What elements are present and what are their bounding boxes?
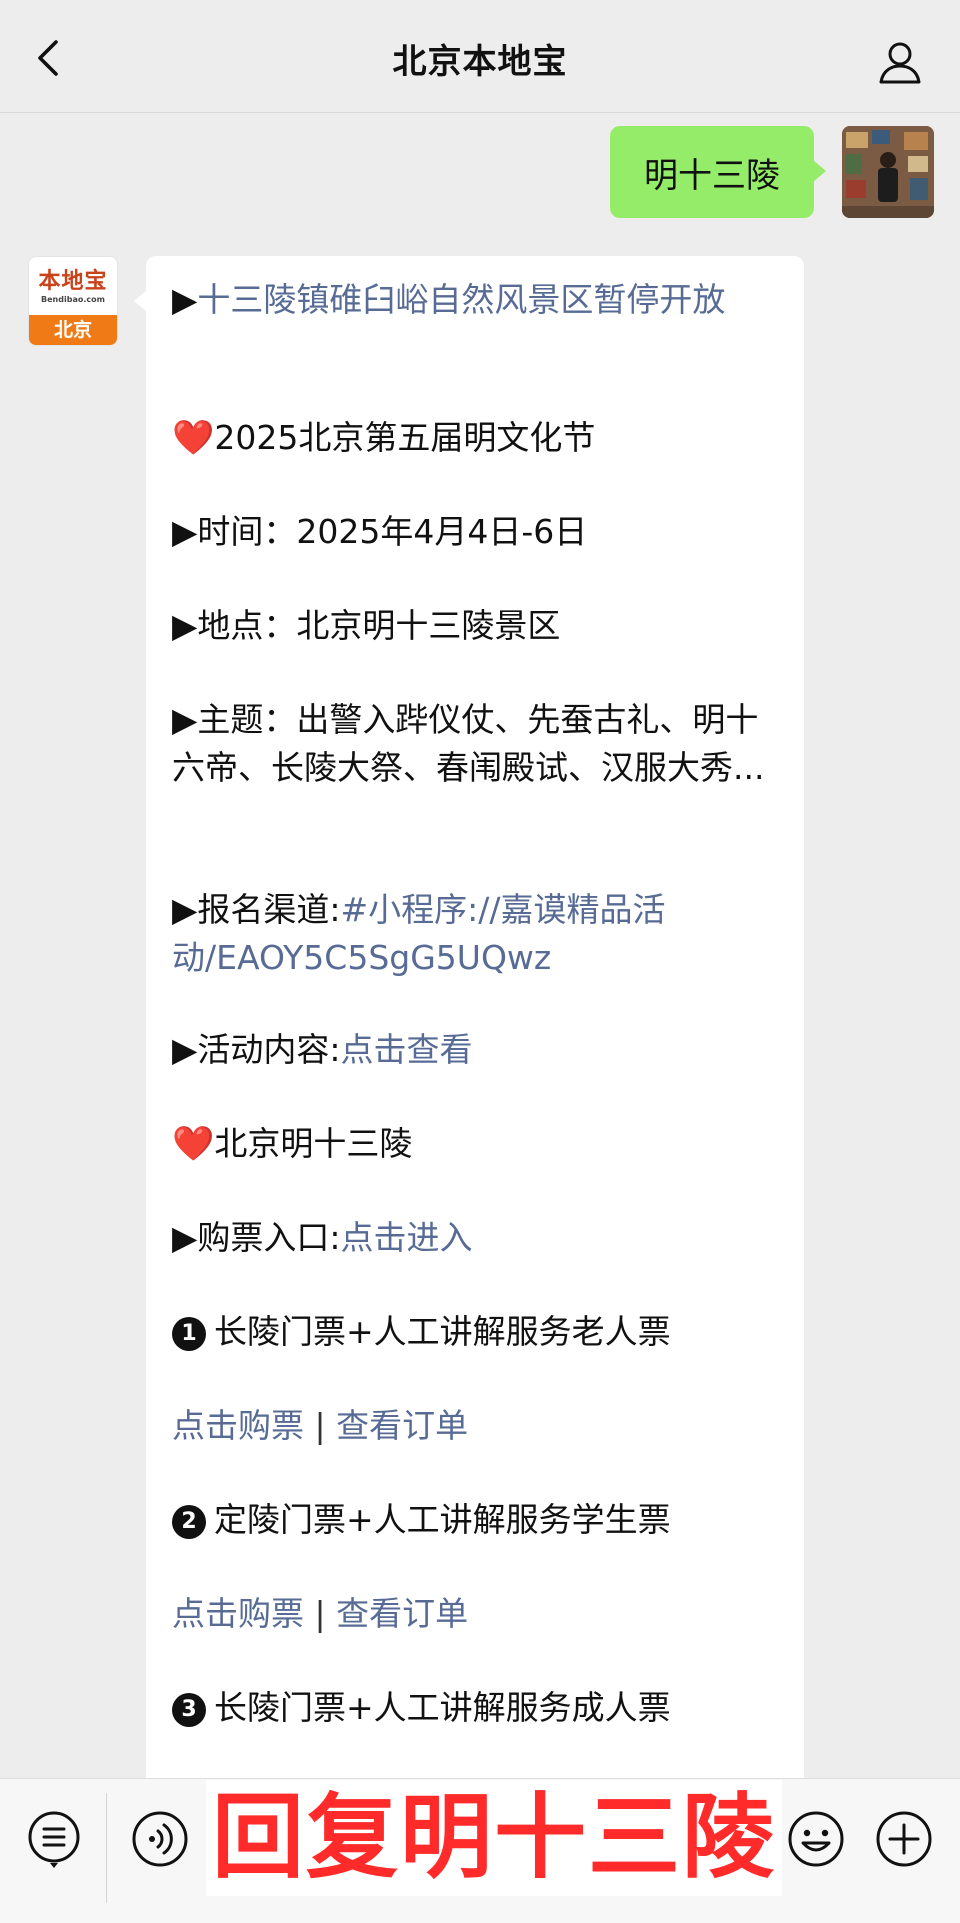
ticket-entry-link[interactable]: 点击进入	[341, 1218, 473, 1257]
ticket-item-1: 1 长陵门票+人工讲解服务老人票	[172, 1308, 782, 1356]
ticket-item-title: 长陵门票+人工讲解服务成人票	[214, 1688, 671, 1727]
ticket-item-2: 2 定陵门票+人工讲解服务学生票	[172, 1496, 782, 1544]
plus-icon	[876, 1811, 932, 1867]
festival-place: ▶地点：北京明十三陵景区	[172, 606, 561, 645]
logo-subtext: Bendibao.com	[41, 295, 105, 304]
separator: |	[314, 1594, 326, 1633]
incoming-message-bubble: ▶十三陵镇碓臼峪自然风景区暂停开放 ❤️2025北京第五届明文化节 ▶时间：20…	[134, 256, 804, 1796]
reply-prompt-overlay: 回复明十三陵	[206, 1780, 782, 1896]
scenic-closure-line: ▶十三陵镇碓臼峪自然风景区暂停开放	[172, 276, 782, 324]
outgoing-message-text: 明十三陵	[644, 155, 780, 196]
scenic-closure-link[interactable]: 十三陵镇碓臼峪自然风景区暂停开放	[197, 280, 725, 319]
user-avatar[interactable]	[842, 126, 934, 218]
bar-divider	[106, 1793, 107, 1903]
user-icon	[879, 42, 921, 84]
festival-theme: ▶主题：出警入跸仪仗、先蚕古礼、明十六帝、长陵大祭、春闱殿试、汉服大秀...	[172, 700, 765, 787]
ticket-label: ▶购票入口:	[172, 1218, 341, 1257]
number-badge: 1	[172, 1317, 206, 1351]
signup-label: ▶报名渠道:	[172, 890, 341, 929]
view-order-link[interactable]: 查看订单	[336, 1594, 468, 1633]
ticket-item-title: 定陵门票+人工讲解服务学生票	[214, 1500, 671, 1539]
bendibao-logo-avatar[interactable]: 本地宝 Bendibao.com 北京	[28, 256, 118, 346]
top-nav-bar: 北京本地宝	[0, 0, 960, 113]
logo-text: 本地宝	[38, 268, 108, 294]
avatar-photo	[842, 126, 934, 218]
outgoing-message-bubble[interactable]: 明十三陵	[610, 126, 826, 218]
buy-ticket-link[interactable]: 点击购票	[172, 1594, 304, 1633]
heart-icon: ❤️	[172, 418, 215, 458]
activity-content: ▶活动内容:点击查看	[172, 1026, 782, 1074]
festival-time: ▶时间：2025年4月4日-6日	[172, 512, 588, 551]
number-badge: 2	[172, 1505, 206, 1539]
view-content-link[interactable]: 点击查看	[341, 1030, 473, 1069]
voice-icon	[132, 1811, 188, 1867]
voice-button[interactable]	[130, 1809, 190, 1869]
ticket-item-2-actions: 点击购票 | 查看订单	[172, 1590, 782, 1638]
more-button[interactable]	[874, 1809, 934, 1869]
profile-button[interactable]	[876, 38, 924, 86]
content-label: ▶活动内容:	[172, 1030, 341, 1069]
ming-tombs-title: 北京明十三陵	[214, 1124, 413, 1163]
buy-ticket-link[interactable]: 点击购票	[172, 1406, 304, 1445]
emoji-button[interactable]	[786, 1809, 846, 1869]
signup-channel: ▶报名渠道:#小程序://嘉谟精品活动/EAOY5C5SgG5UQwz	[172, 886, 782, 982]
number-badge: 3	[172, 1693, 206, 1727]
view-order-link[interactable]: 查看订单	[336, 1406, 468, 1445]
heart-icon: ❤️	[172, 1124, 215, 1164]
emoji-icon	[788, 1811, 844, 1867]
ticket-item-3: 3 长陵门票+人工讲解服务成人票	[172, 1684, 782, 1732]
ticket-item-1-actions: 点击购票 | 查看订单	[172, 1402, 782, 1450]
menu-button[interactable]	[24, 1809, 84, 1869]
ming-tombs-heading: ❤️北京明十三陵	[172, 1120, 782, 1168]
ticket-entry: ▶购票入口:点击进入	[172, 1214, 782, 1262]
separator: |	[314, 1406, 326, 1445]
menu-list-icon	[28, 1811, 80, 1868]
ticket-item-title: 长陵门票+人工讲解服务老人票	[214, 1312, 671, 1351]
bullet-arrow: ▶	[172, 280, 198, 319]
festival-title: 2025北京第五届明文化节	[214, 418, 596, 457]
page-title: 北京本地宝	[392, 42, 568, 82]
festival-heading: ❤️2025北京第五届明文化节	[172, 414, 782, 462]
logo-city: 北京	[29, 315, 117, 345]
